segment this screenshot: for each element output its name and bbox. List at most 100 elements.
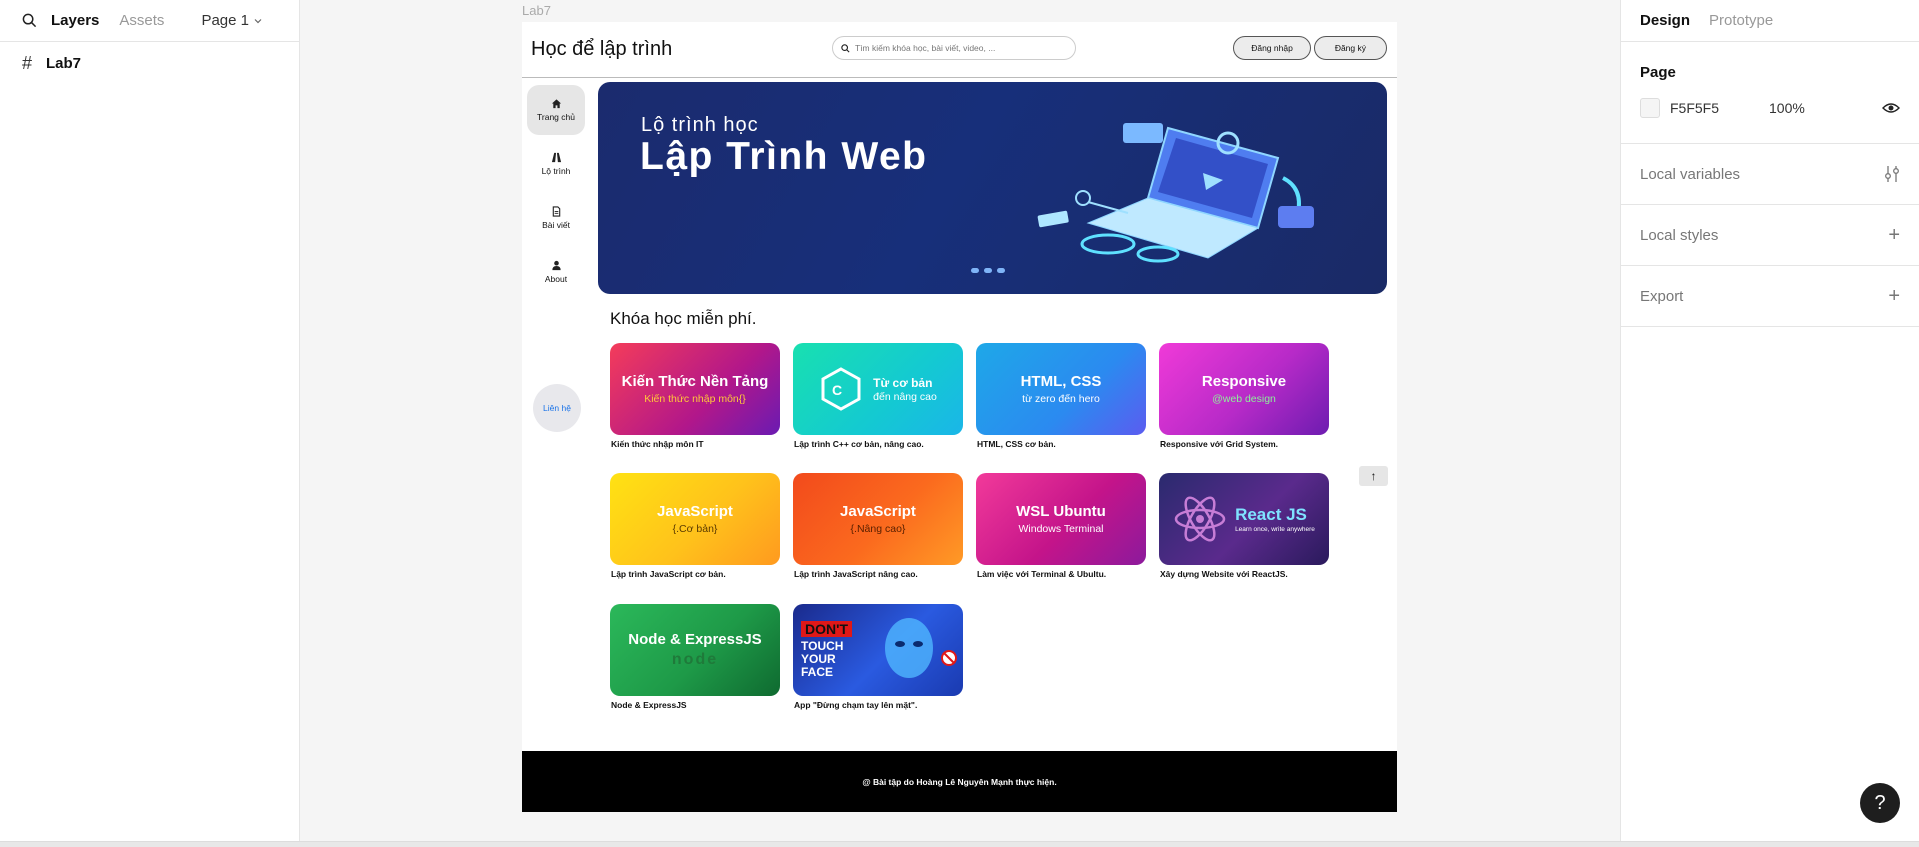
variables-icon[interactable] <box>1884 165 1900 183</box>
nav-item-label: Trang chủ <box>537 112 575 122</box>
course-card-it-basics[interactable]: Kiến Thức Nền Tảng Kiến thức nhập môn{} <box>610 343 780 435</box>
carousel-dots <box>971 268 1005 273</box>
course-card-subtitle: {.Nâng cao} <box>850 523 906 535</box>
course-card-text: Từ cơ bản đến nâng cao <box>873 376 937 403</box>
add-style-plus-icon[interactable]: + <box>1888 224 1900 247</box>
contact-button[interactable]: Liên hệ <box>533 384 581 432</box>
face-illustration <box>885 618 933 678</box>
local-styles-section: Local styles + <box>1621 205 1919 266</box>
carousel-dot[interactable] <box>971 268 979 273</box>
local-variables-label: Local variables <box>1640 165 1741 183</box>
local-styles-label: Local styles <box>1640 226 1719 244</box>
design-panel: Design Prototype Page F5F5F5 100% Local … <box>1620 0 1919 847</box>
frame-icon: # <box>22 52 33 73</box>
course-card-subtitle: Kiến thức nhập môn{} <box>644 393 746 405</box>
course-caption[interactable]: Lập trình JavaScript cơ bản. <box>611 569 791 579</box>
chevron-down-icon <box>254 18 262 23</box>
page-select-label: Page 1 <box>201 12 249 29</box>
course-card-subtitle: TOUCH YOUR FACE <box>801 638 844 680</box>
nav-item-articles[interactable]: Bài viết <box>527 193 585 243</box>
course-card-title: WSL Ubuntu <box>1016 503 1106 520</box>
tab-assets[interactable]: Assets <box>119 12 164 29</box>
course-card-html-css[interactable]: HTML, CSS từ zero đến hero <box>976 343 1146 435</box>
course-card-responsive[interactable]: Responsive @web design <box>1159 343 1329 435</box>
eye-icon[interactable] <box>1882 102 1900 114</box>
course-card-title: Kiến Thức Nền Tảng <box>621 373 769 390</box>
course-card-text: React JS Learn once, write anywhere <box>1235 505 1315 533</box>
course-card-subtitle: node <box>671 651 719 668</box>
course-card-subtitle: {.Cơ bản} <box>672 523 718 535</box>
nav-item-home[interactable]: Trang chủ <box>527 85 585 135</box>
course-card-title: Node & ExpressJS <box>628 631 762 648</box>
course-card-title: DON'T <box>801 620 852 637</box>
help-button[interactable]: ? <box>1860 783 1900 823</box>
page-color-value[interactable]: F5F5F5 <box>1670 100 1719 116</box>
banner-subtitle: Lộ trình học <box>641 114 759 136</box>
carousel-dot[interactable] <box>984 268 992 273</box>
course-card-title: JavaScript <box>840 503 916 520</box>
course-caption[interactable]: HTML, CSS cơ bản. <box>977 439 1157 449</box>
page-select[interactable]: Page 1 <box>201 12 277 29</box>
course-caption[interactable]: Responsive với Grid System. <box>1160 439 1340 449</box>
course-card-wsl[interactable]: WSL Ubuntu Windows Terminal <box>976 473 1146 565</box>
course-caption[interactable]: Lập trình C++ cơ bản, nâng cao. <box>794 439 974 449</box>
home-icon <box>551 99 561 109</box>
tab-prototype[interactable]: Prototype <box>1709 12 1773 29</box>
document-icon <box>552 206 560 217</box>
section-title: Khóa học miễn phí. <box>610 309 757 328</box>
design-panel-header: Design Prototype <box>1621 0 1919 42</box>
page-color-swatch[interactable] <box>1640 98 1660 118</box>
tab-layers[interactable]: Layers <box>51 12 99 29</box>
course-caption[interactable]: Kiến thức nhập môn IT <box>611 439 791 449</box>
hero-banner[interactable]: Lộ trình học Lập Trình Web <box>598 82 1387 294</box>
tab-design[interactable]: Design <box>1640 12 1690 29</box>
course-card-title: React JS <box>1235 505 1307 524</box>
add-export-plus-icon[interactable]: + <box>1888 285 1900 308</box>
page-opacity-value[interactable]: 100% <box>1769 100 1805 116</box>
course-card-subtitle: Learn once, write anywhere <box>1235 526 1315 533</box>
side-nav: Trang chủ Lộ trình Bài viết About <box>527 85 585 301</box>
frame-label[interactable]: Lab7 <box>522 3 551 18</box>
course-card-subtitle: đến nâng cao <box>873 390 937 403</box>
cpp-logo-icon: C <box>821 367 861 411</box>
export-section: Export + <box>1621 266 1919 327</box>
site-title: Học để lập trình <box>531 38 673 60</box>
course-caption[interactable]: Node & ExpressJS <box>611 700 791 710</box>
nav-item-roadmap[interactable]: Lộ trình <box>527 139 585 189</box>
bottom-bar <box>0 841 1919 847</box>
course-card-title: JavaScript <box>657 503 733 520</box>
course-caption[interactable]: Xây dựng Website với ReactJS. <box>1160 569 1340 579</box>
site-header: Học để lập trình Tìm kiếm khóa học, bài … <box>522 22 1397 78</box>
course-card-js-basic[interactable]: JavaScript {.Cơ bản} <box>610 473 780 565</box>
course-caption[interactable]: Làm việc với Terminal & Ubultu. <box>977 569 1157 579</box>
nav-item-about[interactable]: About <box>527 247 585 297</box>
course-card-dont-touch[interactable]: DON'T TOUCH YOUR FACE <box>793 604 963 696</box>
page-section-title: Page <box>1640 64 1676 81</box>
course-card-node[interactable]: Node & ExpressJS node <box>610 604 780 696</box>
search-icon <box>841 43 850 53</box>
carousel-dot[interactable] <box>997 268 1005 273</box>
course-card-react[interactable]: React JS Learn once, write anywhere <box>1159 473 1329 565</box>
course-card-title: Từ cơ bản <box>873 375 933 390</box>
search-input[interactable]: Tìm kiếm khóa học, bài viết, video, ... <box>832 36 1076 60</box>
layers-panel-header: Layers Assets Page 1 <box>0 0 299 42</box>
no-touch-icon <box>941 650 957 666</box>
scroll-to-top-button[interactable]: ↑ <box>1359 466 1388 486</box>
layer-item-label: Lab7 <box>46 54 82 72</box>
course-card-subtitle: @web design <box>1212 393 1276 405</box>
frame-lab7[interactable]: Học để lập trình Tìm kiếm khóa học, bài … <box>522 22 1397 812</box>
register-button[interactable]: Đăng ký <box>1313 36 1387 60</box>
search-icon[interactable] <box>22 13 37 28</box>
react-logo-icon <box>1174 496 1226 542</box>
course-caption[interactable]: App "Đừng chạm tay lên mặt". <box>794 700 974 710</box>
layer-item-lab7[interactable]: # Lab7 <box>0 43 299 83</box>
laptop-illustration <box>1037 123 1314 263</box>
course-card-subtitle: từ zero đến hero <box>1022 393 1100 405</box>
login-button[interactable]: Đăng nhập <box>1233 36 1311 60</box>
course-card-cpp[interactable]: C Từ cơ bản đến nâng cao <box>793 343 963 435</box>
banner-title: Lập Trình Web <box>640 135 928 178</box>
course-card-js-advanced[interactable]: JavaScript {.Nâng cao} <box>793 473 963 565</box>
search-placeholder: Tìm kiếm khóa học, bài viết, video, ... <box>855 43 996 53</box>
road-icon <box>551 152 561 163</box>
course-caption[interactable]: Lập trình JavaScript nâng cao. <box>794 569 974 579</box>
